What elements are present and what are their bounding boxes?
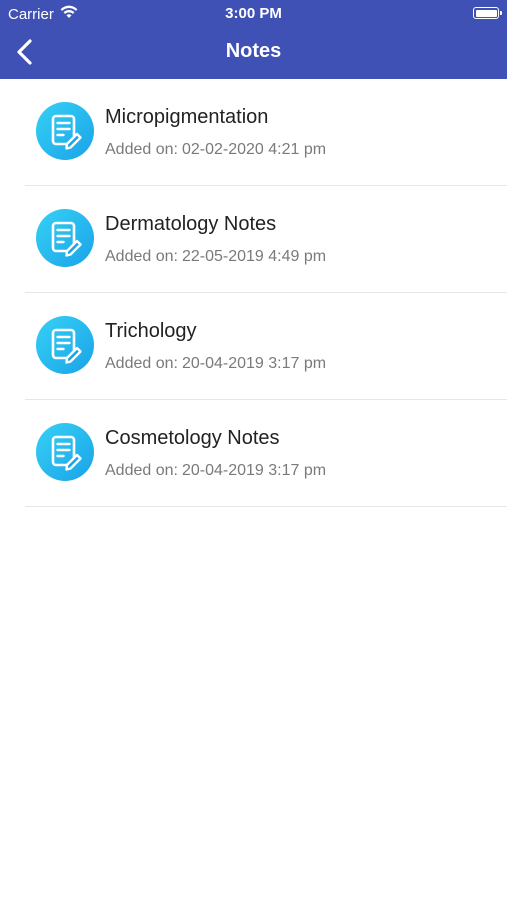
note-edit-icon	[36, 423, 94, 481]
note-edit-icon	[36, 102, 94, 160]
date-prefix: Added on:	[105, 141, 178, 158]
date-value: 20-04-2019 3:17 pm	[181, 355, 327, 372]
date-prefix: Added on:	[105, 355, 178, 372]
list-item-note[interactable]: Dermatology Notes Added on: 22-05-2019 4:…	[25, 186, 507, 293]
note-date: Added on: 22-05-2019 4:49 pm	[105, 248, 326, 266]
date-prefix: Added on:	[105, 462, 178, 479]
date-prefix: Added on:	[105, 248, 178, 265]
list-item-note[interactable]: Micropigmentation Added on: 02-02-2020 4:…	[25, 79, 507, 186]
notes-list: Micropigmentation Added on: 02-02-2020 4:…	[0, 79, 507, 507]
note-date: Added on: 20-04-2019 3:17 pm	[105, 462, 326, 480]
status-bar: Carrier 3:00 PM	[0, 0, 507, 28]
date-value: 02-02-2020 4:21 pm	[181, 141, 327, 158]
date-value: 22-05-2019 4:49 pm	[181, 248, 327, 265]
date-value: 20-04-2019 3:17 pm	[181, 462, 327, 479]
battery-icon	[473, 7, 502, 19]
note-title: Cosmetology Notes	[105, 427, 280, 449]
page-title: Notes	[225, 40, 282, 62]
list-item-note[interactable]: Trichology Added on: 20-04-2019 3:17 pm	[25, 293, 507, 400]
app-header: Carrier 3:00 PM Notes	[0, 0, 507, 79]
note-title: Dermatology Notes	[105, 213, 277, 235]
status-time: 3:00 PM	[225, 5, 282, 22]
note-edit-icon	[36, 209, 94, 267]
note-edit-icon	[36, 316, 94, 374]
note-title: Micropigmentation	[105, 106, 269, 128]
note-title: Trichology	[105, 320, 197, 342]
list-item-note[interactable]: Cosmetology Notes Added on: 20-04-2019 3:…	[25, 400, 507, 507]
note-date: Added on: 02-02-2020 4:21 pm	[105, 141, 326, 159]
nav-bar: Notes	[0, 28, 507, 79]
note-date: Added on: 20-04-2019 3:17 pm	[105, 355, 326, 373]
